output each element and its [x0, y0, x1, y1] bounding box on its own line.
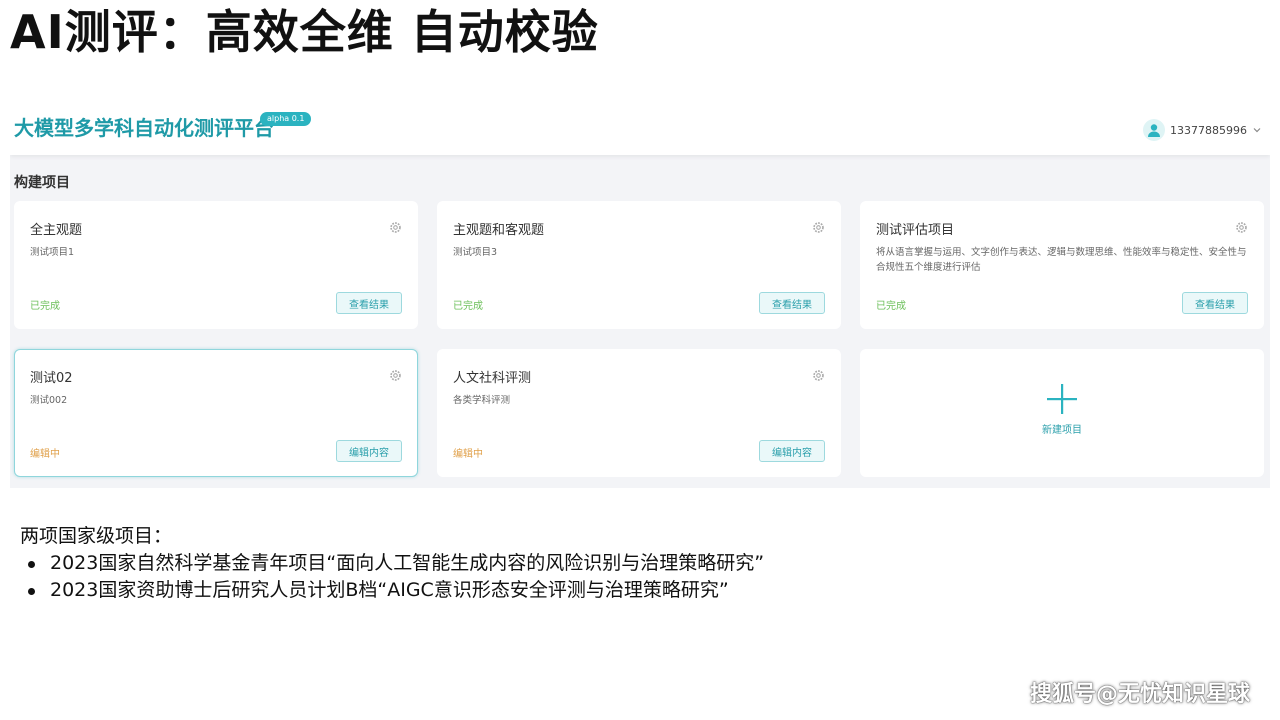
project-card[interactable]: 主观题和客观题 测试项目3 已完成 查看结果	[437, 201, 841, 329]
gear-icon[interactable]	[388, 220, 402, 234]
new-project-card[interactable]: 新建项目	[860, 349, 1264, 477]
card-title: 人文社科评测	[453, 371, 532, 386]
user-menu[interactable]: 13377885996	[1143, 118, 1262, 142]
project-card[interactable]: 测试评估项目 将从语言掌握与运用、文字创作与表达、逻辑与数理思维、性能效率与稳定…	[860, 201, 1264, 329]
gear-icon[interactable]	[811, 220, 825, 234]
section-title: 构建项目	[14, 175, 70, 191]
card-description: 测试002	[30, 395, 68, 406]
slide-title: AI测评：高效全维 自动校验	[10, 5, 599, 59]
status-badge: 已完成	[453, 301, 483, 312]
card-description: 将从语言掌握与运用、文字创作与表达、逻辑与数理思维、性能效率与稳定性、安全性与合…	[876, 247, 1247, 273]
project-card[interactable]: 全主观题 测试项目1 已完成 查看结果	[14, 201, 418, 329]
project-card[interactable]: 人文社科评测 各类学科评测 编辑中 编辑内容	[437, 349, 841, 477]
watermark: 搜狐号@无忧知识星球	[1029, 682, 1250, 707]
plus-icon[interactable]	[1046, 383, 1078, 415]
card-description: 测试项目1	[30, 247, 75, 258]
version-badge: alpha 0.1	[260, 112, 312, 126]
gear-icon[interactable]	[811, 368, 825, 382]
view-results-button[interactable]: 查看结果	[1182, 292, 1248, 314]
view-results-button[interactable]: 查看结果	[336, 292, 402, 314]
card-title: 测试02	[30, 371, 73, 386]
chevron-down-icon[interactable]	[1252, 125, 1262, 135]
status-badge: 编辑中	[30, 449, 60, 460]
project-card[interactable]: 测试02 测试002 编辑中 编辑内容	[14, 349, 418, 477]
card-title: 测试评估项目	[876, 223, 955, 238]
notes-heading: 两项国家级项目：	[20, 525, 173, 547]
view-results-button[interactable]: 查看结果	[759, 292, 825, 314]
app-header: 大模型多学科自动化测评平台 alpha 0.1 13377885996	[10, 103, 1270, 155]
status-badge: 已完成	[30, 301, 60, 312]
card-title: 主观题和客观题	[453, 223, 545, 238]
edit-content-button[interactable]: 编辑内容	[759, 440, 825, 462]
card-description: 各类学科评测	[453, 395, 511, 406]
gear-icon[interactable]	[1234, 220, 1248, 234]
edit-content-button[interactable]: 编辑内容	[336, 440, 402, 462]
gear-icon[interactable]	[388, 368, 402, 382]
card-description: 测试项目3	[453, 247, 498, 258]
status-badge: 已完成	[876, 301, 906, 312]
user-phone[interactable]: 13377885996	[1170, 124, 1247, 137]
user-avatar-icon[interactable]	[1143, 119, 1166, 141]
notes: 两项国家级项目： 2023国家自然科学基金青年项目“面向人工智能生成内容的风险识…	[20, 523, 764, 604]
list-item: 2023国家资助博士后研究人员计划B档“AIGC意识形态安全评测与治理策略研究”	[20, 577, 764, 604]
list-item: 2023国家自然科学基金青年项目“面向人工智能生成内容的风险识别与治理策略研究”	[20, 550, 764, 577]
status-badge: 编辑中	[453, 449, 483, 460]
new-project-label[interactable]: 新建项目	[1042, 421, 1082, 436]
app-screenshot: 大模型多学科自动化测评平台 alpha 0.1 13377885996 构建项目…	[10, 103, 1270, 488]
card-title: 全主观题	[30, 223, 83, 238]
app-logo[interactable]: 大模型多学科自动化测评平台	[14, 115, 274, 141]
